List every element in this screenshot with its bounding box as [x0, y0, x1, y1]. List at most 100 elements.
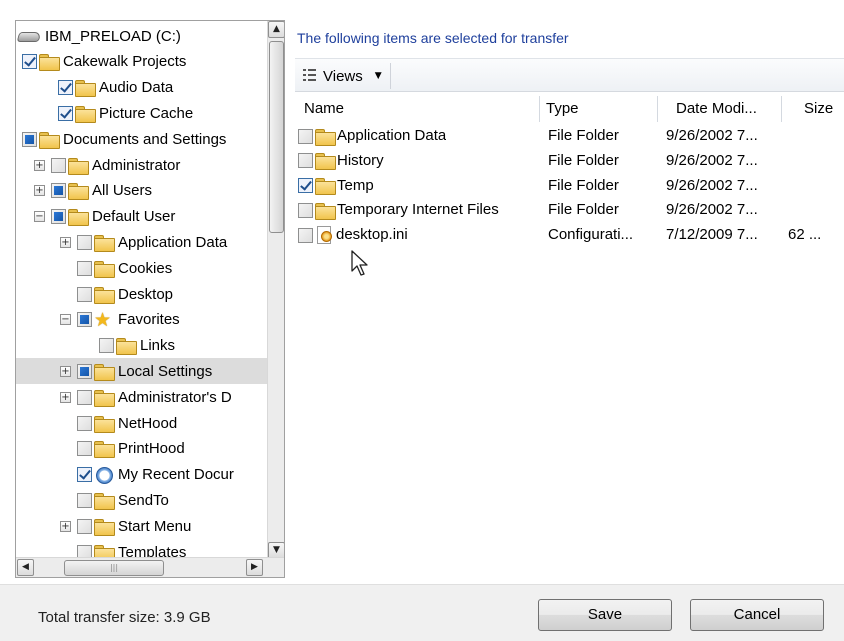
- tree-item-label: Links: [140, 337, 176, 355]
- tree-item[interactable]: − ★ Favorites: [16, 307, 268, 333]
- file-date-modified: 7/12/2009 7...: [666, 226, 758, 244]
- tree-item-label: Documents and Settings: [63, 130, 227, 148]
- checkbox[interactable]: [99, 338, 114, 354]
- folder-icon: [94, 492, 115, 510]
- cancel-button[interactable]: Cancel: [690, 599, 824, 631]
- checkbox[interactable]: [51, 183, 66, 199]
- save-button[interactable]: Save: [538, 599, 672, 631]
- tree-item-label: Picture Cache: [99, 104, 194, 122]
- collapse-icon[interactable]: −: [34, 211, 45, 223]
- checkbox[interactable]: [298, 153, 313, 169]
- expand-icon[interactable]: +: [60, 391, 71, 403]
- tree-item[interactable]: PrintHood: [16, 436, 268, 462]
- tree-item[interactable]: NetHood: [16, 410, 268, 436]
- expand-icon[interactable]: +: [60, 365, 71, 377]
- folder-tree-pane[interactable]: IBM_PRELOAD (C:) Cakewalk Projects Audio D…: [15, 20, 285, 578]
- checkbox[interactable]: [22, 131, 37, 147]
- tree-item[interactable]: + Administrator: [16, 152, 268, 178]
- vertical-scroll-thumb[interactable]: [269, 41, 284, 233]
- checkbox[interactable]: [298, 128, 313, 144]
- scroll-left-button[interactable]: ◀: [17, 559, 34, 576]
- tree-vertical-scrollbar[interactable]: ▲ ▼: [267, 21, 284, 559]
- folder-icon: [94, 389, 115, 407]
- tree-item[interactable]: Links: [16, 333, 268, 359]
- expand-icon[interactable]: +: [60, 236, 71, 248]
- checkbox[interactable]: [77, 441, 92, 457]
- checkbox[interactable]: [51, 157, 66, 173]
- column-header-type[interactable]: Type: [540, 96, 658, 122]
- checkbox[interactable]: [77, 518, 92, 534]
- tree-item-label: Local Settings: [118, 362, 213, 380]
- chevron-down-icon: ▼: [374, 71, 382, 81]
- checkbox[interactable]: [298, 227, 313, 243]
- tree-item-label: SendTo: [118, 491, 169, 509]
- tree-item[interactable]: − Default User: [16, 204, 268, 230]
- file-row[interactable]: Temp File Folder 9/26/2002 7...: [298, 174, 838, 198]
- views-button[interactable]: Views ▼: [299, 63, 391, 89]
- tree-item[interactable]: + Local Settings: [16, 358, 268, 385]
- tree-item-label: Favorites: [118, 311, 180, 329]
- file-date-modified: 9/26/2002 7...: [666, 176, 758, 194]
- tree-item-label: All Users: [92, 182, 153, 200]
- tree-horizontal-scrollbar[interactable]: ◀ ||| ▶: [16, 557, 284, 577]
- file-row[interactable]: desktop.ini Configurati... 7/12/2009 7... 6…: [298, 223, 838, 247]
- file-date-modified: 9/26/2002 7...: [666, 151, 758, 169]
- tree-item[interactable]: Documents and Settings: [16, 126, 268, 152]
- collapse-icon[interactable]: −: [60, 314, 71, 326]
- file-name: Temp: [337, 176, 374, 194]
- checkbox[interactable]: [58, 105, 73, 121]
- tree-item[interactable]: + Start Menu: [16, 513, 268, 539]
- tree-item[interactable]: Cakewalk Projects: [16, 49, 268, 75]
- column-header-name[interactable]: Name: [298, 96, 540, 122]
- column-header-date-modified[interactable]: Date Modi...: [658, 96, 782, 122]
- checkbox[interactable]: [77, 415, 92, 431]
- tree-item[interactable]: IBM_PRELOAD (C:): [16, 23, 268, 49]
- checkbox[interactable]: [58, 80, 73, 96]
- tree-item[interactable]: + Application Data: [16, 229, 268, 255]
- expand-icon[interactable]: +: [34, 185, 45, 197]
- tree-item-label: Application Data: [118, 233, 228, 251]
- file-type: File Folder: [548, 151, 619, 169]
- checkbox[interactable]: [51, 209, 66, 225]
- column-header-size[interactable]: Size: [782, 96, 838, 122]
- checkbox[interactable]: [77, 467, 92, 483]
- scroll-up-button[interactable]: ▲: [268, 21, 284, 38]
- tree-item[interactable]: + All Users: [16, 178, 268, 204]
- file-name: Temporary Internet Files: [337, 201, 499, 219]
- expand-icon[interactable]: +: [34, 159, 45, 171]
- file-row[interactable]: Temporary Internet Files File Folder 9/26/…: [298, 198, 838, 222]
- tree-item[interactable]: Audio Data: [16, 75, 268, 101]
- horizontal-scroll-thumb[interactable]: |||: [64, 560, 164, 576]
- tree-item[interactable]: SendTo: [16, 487, 268, 513]
- transfer-caption: The following items are selected for tra…: [297, 30, 569, 46]
- file-row[interactable]: Application Data File Folder 9/26/2002 7..…: [298, 124, 838, 148]
- folder-icon: [315, 128, 336, 146]
- mouse-pointer-icon: [351, 250, 368, 276]
- footer-bar: Total transfer size: 3.9 GB Save Cancel: [0, 584, 844, 641]
- tree-item[interactable]: My Recent Docur: [16, 462, 268, 488]
- tree-item[interactable]: Picture Cache: [16, 100, 268, 126]
- expand-icon[interactable]: +: [60, 520, 71, 532]
- tree-item[interactable]: Cookies: [16, 255, 268, 281]
- checkbox[interactable]: [77, 234, 92, 250]
- checkbox[interactable]: [298, 178, 313, 194]
- file-size: 62 ...: [788, 226, 822, 244]
- checkbox[interactable]: [77, 363, 92, 379]
- checkbox[interactable]: [77, 260, 92, 276]
- folder-icon: [75, 80, 96, 98]
- folder-icon: [39, 131, 60, 149]
- checkbox[interactable]: [77, 389, 92, 405]
- tree-item[interactable]: Templates: [16, 539, 268, 559]
- checkbox[interactable]: [77, 492, 92, 508]
- checkbox[interactable]: [22, 54, 37, 70]
- scroll-right-button[interactable]: ▶: [246, 559, 263, 576]
- checkbox[interactable]: [298, 202, 313, 218]
- tree-item[interactable]: + Administrator's D: [16, 384, 268, 410]
- checkbox[interactable]: [77, 312, 92, 328]
- tree-item[interactable]: Desktop: [16, 281, 268, 307]
- folder-icon: [94, 363, 115, 381]
- file-row[interactable]: History File Folder 9/26/2002 7...: [298, 149, 838, 173]
- checkbox[interactable]: [77, 286, 92, 302]
- folder-icon: [116, 338, 137, 356]
- tree-item-label: Start Menu: [118, 517, 192, 535]
